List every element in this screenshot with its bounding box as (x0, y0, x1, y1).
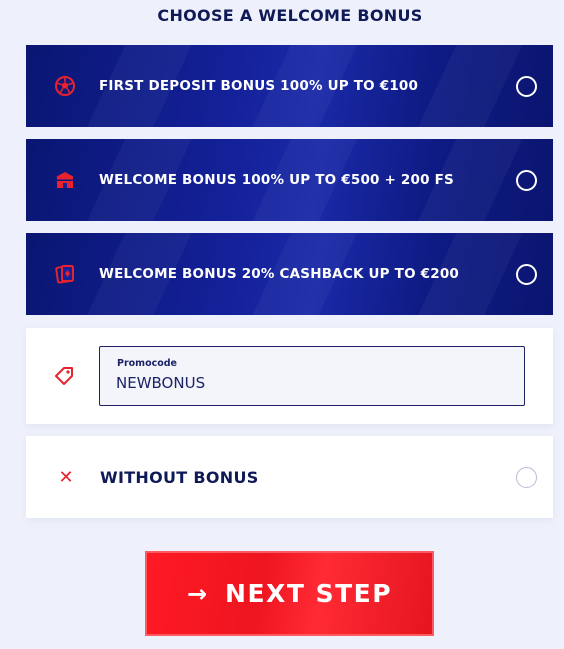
promocode-input[interactable] (116, 372, 506, 394)
bonus-option-cashback[interactable]: WELCOME BONUS 20% CASHBACK UP TO €200 (26, 233, 553, 315)
without-bonus-radio[interactable] (516, 466, 537, 488)
bonus-option-first-deposit[interactable]: FIRST DEPOSIT BONUS 100% UP TO €100 (26, 45, 553, 127)
next-step-button[interactable]: → NEXT STEP (145, 551, 434, 636)
bonus-option-label: WELCOME BONUS 20% CASHBACK UP TO €200 (99, 266, 460, 282)
casino-building-icon (53, 168, 77, 192)
without-bonus-option[interactable]: ✕ WITHOUT BONUS (26, 436, 553, 518)
bonus-option-label: WELCOME BONUS 100% UP TO €500 + 200 FS (99, 172, 454, 188)
promocode-label: Promocode (117, 358, 178, 369)
bonus-option-welcome-500[interactable]: WELCOME BONUS 100% UP TO €500 + 200 FS (26, 139, 553, 221)
promocode-field[interactable]: Promocode (99, 346, 525, 406)
next-step-label: NEXT STEP (225, 579, 393, 608)
promocode-card: Promocode (26, 328, 553, 424)
page-title: CHOOSE A WELCOME BONUS (157, 6, 423, 25)
without-bonus-label: WITHOUT BONUS (100, 467, 259, 487)
tag-icon (52, 364, 76, 388)
close-icon: ✕ (58, 466, 74, 488)
soccer-ball-icon (53, 74, 77, 98)
bonus-radio[interactable] (516, 263, 537, 285)
bonus-option-label: FIRST DEPOSIT BONUS 100% UP TO €100 (99, 78, 419, 94)
bonus-radio[interactable] (516, 169, 537, 191)
playing-cards-icon (53, 262, 77, 286)
arrow-right-icon: → (186, 579, 208, 608)
bonus-radio[interactable] (516, 75, 537, 97)
